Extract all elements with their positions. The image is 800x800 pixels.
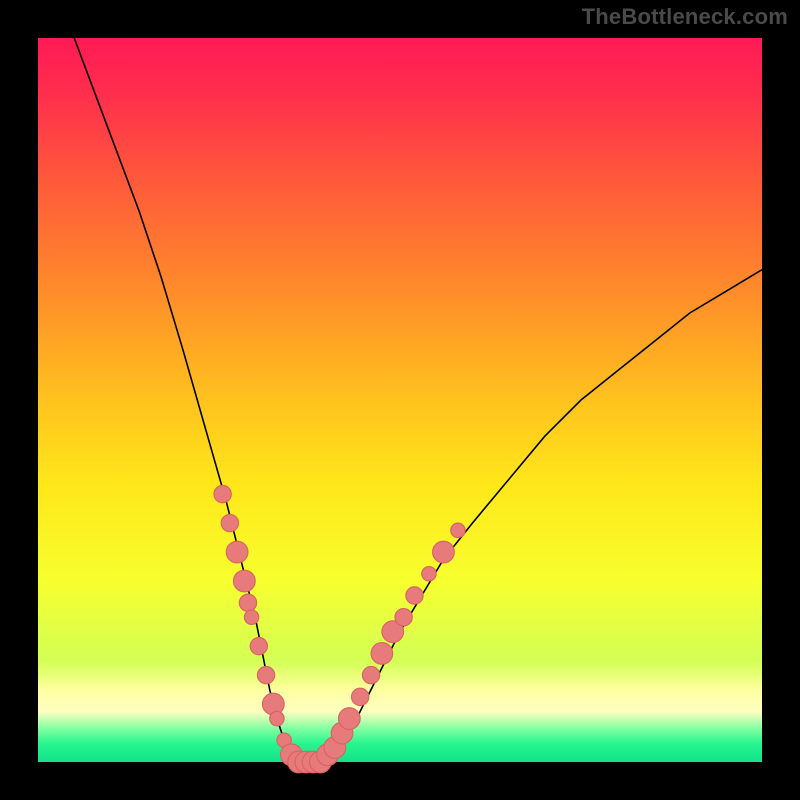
data-marker (371, 643, 393, 665)
data-marker (244, 610, 258, 624)
data-marker (250, 637, 267, 654)
data-marker (362, 666, 379, 683)
data-marker (351, 688, 368, 705)
data-marker (226, 541, 248, 563)
data-marker (338, 708, 360, 730)
chart-background (38, 38, 762, 762)
data-marker (233, 570, 255, 592)
data-marker (422, 567, 436, 581)
bottleneck-chart (38, 38, 762, 762)
data-marker (395, 609, 412, 626)
attribution-label: TheBottleneck.com (582, 4, 788, 30)
data-marker (433, 541, 455, 563)
chart-frame: TheBottleneck.com (0, 0, 800, 800)
data-marker (221, 514, 238, 531)
data-marker (270, 711, 284, 725)
data-marker (239, 594, 256, 611)
data-marker (406, 587, 423, 604)
data-marker (451, 523, 465, 537)
data-marker (257, 666, 274, 683)
data-marker (214, 485, 231, 502)
